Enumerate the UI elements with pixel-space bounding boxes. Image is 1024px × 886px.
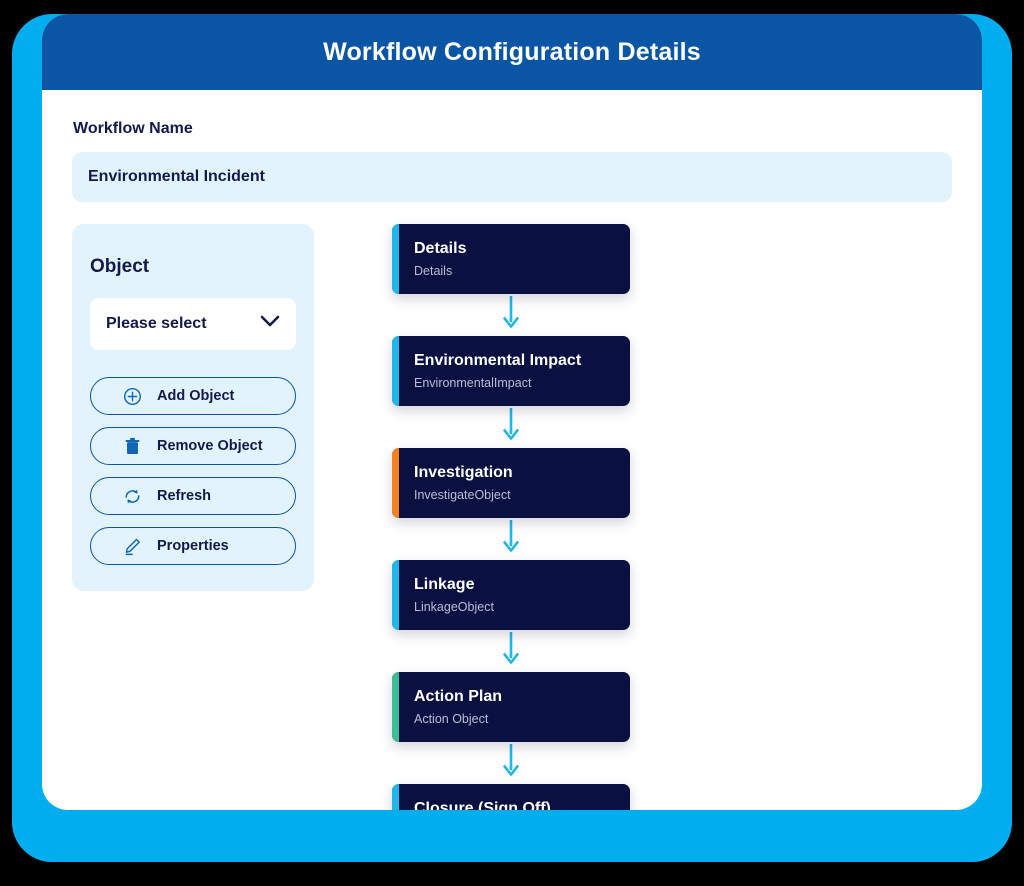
node-accent-bar [392,336,399,406]
remove-object-label: Remove Object [157,438,263,454]
node-title: Investigation [414,464,513,482]
node-title: Action Plan [414,688,503,706]
node-subtitle: Details [414,263,453,278]
workflow-name-input[interactable]: Environmental Incident [72,152,952,202]
node-title: Details [414,240,467,258]
node-title: Environmental Impact [414,352,582,370]
flow-node-closure[interactable]: Closure (Sign Off) Closure [392,784,630,810]
flow-connector [392,294,630,336]
add-object-label: Add Object [157,388,235,404]
node-accent-bar [392,224,399,294]
workflow-configuration-card: Workflow Configuration Details Workflow … [42,14,982,810]
flow-node-investigation[interactable]: Investigation InvestigateObject [392,448,630,518]
node-subtitle: Action Object [414,711,489,726]
page-title: Workflow Configuration Details [323,37,701,66]
node-accent-bar [392,560,399,630]
object-panel-heading: Object [90,256,150,277]
properties-label: Properties [157,538,229,554]
trash-icon [121,435,143,457]
object-panel: Object Please select Add Object Remove O… [72,224,314,591]
node-subtitle: LinkageObject [414,599,494,614]
workflow-flow: Details Details Environmental Impact Env… [392,224,630,810]
arrow-down-icon [502,631,520,671]
refresh-label: Refresh [157,488,211,504]
pencil-icon [121,535,143,557]
arrow-down-icon [502,295,520,335]
node-subtitle: InvestigateObject [414,487,511,502]
remove-object-button[interactable]: Remove Object [90,427,296,465]
arrow-down-icon [502,743,520,783]
node-title: Closure (Sign Off) [414,800,551,810]
node-accent-bar [392,448,399,518]
flow-connector [392,630,630,672]
content-columns: Object Please select Add Object Remove O… [72,224,952,810]
properties-button[interactable]: Properties [90,527,296,565]
flow-connector [392,406,630,448]
chevron-down-icon [260,315,280,333]
refresh-button[interactable]: Refresh [90,477,296,515]
object-select[interactable]: Please select [90,298,296,350]
node-subtitle: EnvironmentalImpact [414,375,532,390]
flow-node-details[interactable]: Details Details [392,224,630,294]
card-header: Workflow Configuration Details [42,14,982,90]
plus-circle-icon [121,385,143,407]
flow-connector [392,742,630,784]
card-body: Workflow Name Environmental Incident Obj… [42,90,982,810]
flow-node-action-plan[interactable]: Action Plan Action Object [392,672,630,742]
flow-node-environmental-impact[interactable]: Environmental Impact EnvironmentalImpact [392,336,630,406]
flow-node-linkage[interactable]: Linkage LinkageObject [392,560,630,630]
workflow-name-label: Workflow Name [73,120,193,137]
arrow-down-icon [502,519,520,559]
refresh-icon [121,485,143,507]
node-accent-bar [392,672,399,742]
object-select-value: Please select [106,315,207,332]
add-object-button[interactable]: Add Object [90,377,296,415]
node-accent-bar [392,784,399,810]
arrow-down-icon [502,407,520,447]
node-title: Linkage [414,576,475,594]
flow-connector [392,518,630,560]
app-window: Workflow Configuration Details Workflow … [0,0,1024,886]
